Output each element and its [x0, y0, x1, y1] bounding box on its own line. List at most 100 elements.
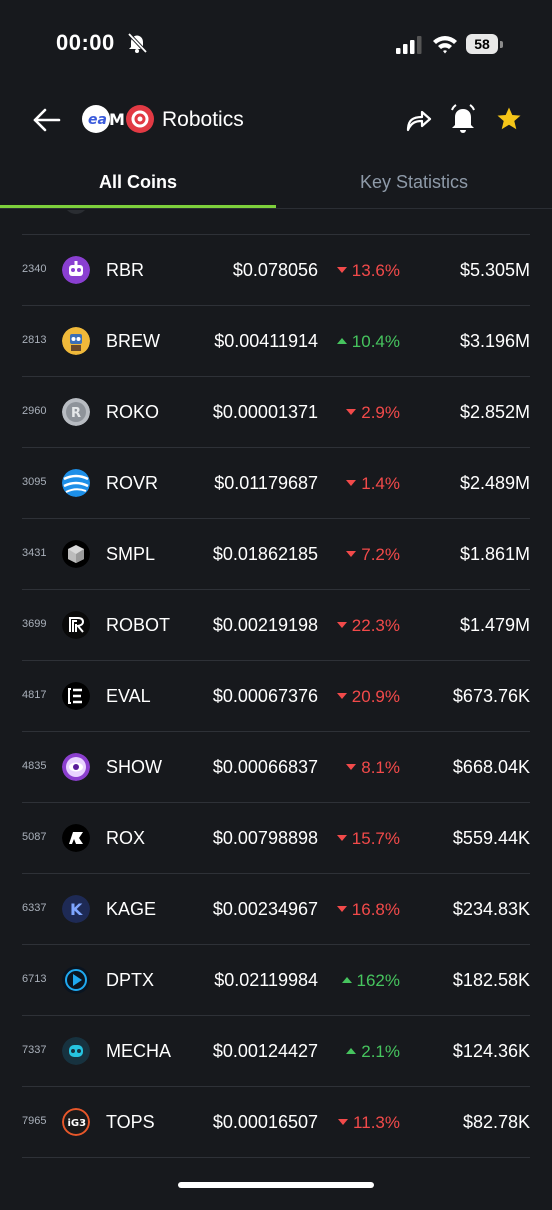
- coin-change: 15.7%: [336, 829, 400, 849]
- triangle-down-icon: [346, 763, 357, 770]
- coin-change: 22.3%: [336, 616, 400, 636]
- status-bar: 00:00 58: [0, 0, 552, 90]
- robot-face-icon: [62, 256, 90, 284]
- brew-robot-icon: [62, 327, 90, 355]
- bracket-e-icon: [62, 682, 90, 710]
- coin-row[interactable]: 3431 SMPL $0.01862185 7.2% $1.861M: [0, 519, 552, 590]
- coin-change-value: 13.6%: [351, 261, 400, 280]
- coin-market-cap: $5.305M: [459, 260, 530, 280]
- coin-change: 16.8%: [336, 900, 400, 920]
- coin-price: $0.078056: [232, 260, 318, 280]
- coin-rank: 3095: [22, 476, 47, 488]
- coin-rank: 6337: [22, 902, 47, 914]
- coin-market-cap: $2.489M: [459, 473, 530, 493]
- tab-key-statistics[interactable]: Key Statistics: [276, 160, 552, 210]
- coin-row[interactable]: 5087 ROX $0.00798898 15.7% $559.44K: [0, 803, 552, 874]
- coin-price: $0.00234967: [212, 899, 318, 919]
- coin-rank: 5087: [22, 831, 47, 843]
- page-title: Robotics: [162, 108, 244, 131]
- coin-row[interactable]: 7965 iG3 TOPS $0.00016507 11.3% $82.78K: [0, 1087, 552, 1158]
- coin-change-value: 11.3%: [353, 1113, 400, 1132]
- k-letter-icon: K: [62, 895, 90, 923]
- coin-market-cap: $182.58K: [452, 970, 530, 990]
- coin-symbol: SMPL: [106, 544, 156, 564]
- battery-level: 58: [466, 34, 498, 54]
- coin-change-value: 8.1%: [361, 758, 400, 777]
- wifi-icon: [433, 36, 457, 54]
- svg-text:K: K: [70, 900, 83, 919]
- stripes-r-icon: [62, 611, 90, 639]
- coin-change: 13.6%: [336, 261, 400, 281]
- coin-row[interactable]: 4835 SHOW $0.00066837 8.1% $668.04K: [0, 732, 552, 803]
- bell-alert-icon[interactable]: [450, 104, 476, 134]
- svg-text:M: M: [109, 110, 125, 128]
- svg-text:iG3: iG3: [68, 1118, 87, 1129]
- triangle-up-icon: [346, 1047, 357, 1054]
- coin-change-value: 15.7%: [351, 829, 400, 848]
- triangle-down-icon: [336, 692, 347, 699]
- coin-market-cap: $673.76K: [452, 686, 530, 706]
- coin-logo-m-icon: M: [108, 110, 126, 129]
- triangle-up-icon: [341, 976, 352, 983]
- coin-price: $0.00066837: [212, 757, 318, 777]
- triangle-down-icon: [346, 408, 357, 415]
- coin-rank: 7965: [22, 1115, 47, 1127]
- coin-price: $0.00798898: [212, 828, 318, 848]
- back-arrow-icon[interactable]: [32, 106, 62, 134]
- coin-price: $0.00411914: [214, 331, 318, 351]
- coin-rank: 7337: [22, 1044, 47, 1056]
- cube-icon: [62, 540, 90, 568]
- coin-list[interactable]: 2340 RBR $0.078056 13.6% $5.305M 2813 BREW $0.0…: [0, 210, 552, 1210]
- home-indicator: [178, 1182, 374, 1188]
- partial-coin-icon: [64, 210, 88, 214]
- coin-symbol: EVAL: [106, 686, 151, 706]
- coin-market-cap: $559.44K: [452, 828, 530, 848]
- coin-market-cap: $234.83K: [452, 899, 530, 919]
- silver-coin-icon: R: [62, 398, 90, 426]
- coin-change-value: 7.2%: [361, 545, 400, 564]
- ig3-ring-icon: iG3: [62, 1108, 90, 1136]
- mecha-head-icon: [62, 1037, 90, 1065]
- coin-rank: 4835: [22, 760, 47, 772]
- header: ea M Robotics: [0, 92, 552, 148]
- coin-row[interactable]: 7337 MECHA $0.00124427 2.1% $124.36K: [0, 1016, 552, 1087]
- coin-rank: 4817: [22, 689, 47, 701]
- coin-symbol: KAGE: [106, 899, 157, 919]
- coin-row[interactable]: 2960 R ROKO $0.00001371 2.9% $2.852M: [0, 377, 552, 448]
- battery-tip: [500, 41, 503, 48]
- coin-row[interactable]: 2813 BREW $0.00411914 10.4% $3.196M: [0, 306, 552, 377]
- coin-change-value: 1.4%: [361, 474, 400, 493]
- coin-symbol: SHOW: [106, 757, 162, 777]
- coin-change: 11.3%: [338, 1113, 400, 1133]
- coin-price: $0.01862185: [212, 544, 318, 564]
- coin-market-cap: $82.78K: [462, 1112, 530, 1132]
- row-divider: [22, 1157, 530, 1158]
- coin-row[interactable]: 6337 K KAGE $0.00234967 16.8% $234.83K: [0, 874, 552, 945]
- coin-row[interactable]: 2340 RBR $0.078056 13.6% $5.305M: [0, 235, 552, 306]
- coin-change: 1.4%: [346, 474, 400, 494]
- tab-all-coins[interactable]: All Coins: [0, 160, 276, 210]
- coin-row[interactable]: 3699 ROBOT $0.00219198 22.3% $1.479M: [0, 590, 552, 661]
- tab-bar: All Coins Key Statistics: [0, 160, 552, 210]
- eye-badge-icon: [62, 753, 90, 781]
- coin-price: $0.00001371: [212, 402, 318, 422]
- coin-price: $0.00016507: [212, 1112, 318, 1132]
- coin-change-value: 22.3%: [351, 616, 400, 635]
- favorite-star-icon[interactable]: [496, 106, 522, 132]
- share-icon[interactable]: [404, 106, 432, 134]
- coin-symbol: DPTX: [106, 970, 155, 990]
- coin-change: 7.2%: [346, 545, 400, 565]
- coin-change-value: 16.8%: [351, 900, 400, 919]
- coin-row[interactable]: 4817 EVAL $0.00067376 20.9% $673.76K: [0, 661, 552, 732]
- coin-row[interactable]: 3095 ROVR $0.01179687 1.4% $2.489M: [0, 448, 552, 519]
- coin-rank: 6713: [22, 973, 47, 985]
- triangle-down-icon: [346, 479, 357, 486]
- status-time: 00:00: [56, 30, 115, 55]
- svg-text:R: R: [71, 406, 81, 421]
- coin-row[interactable]: 6713 DPTX $0.02119984 162% $182.58K: [0, 945, 552, 1016]
- bell-muted-icon: [127, 32, 148, 54]
- coin-rank: 3699: [22, 618, 47, 630]
- coin-change: 2.9%: [346, 403, 400, 423]
- triangle-up-icon: [336, 337, 347, 344]
- triangle-down-icon: [336, 266, 347, 273]
